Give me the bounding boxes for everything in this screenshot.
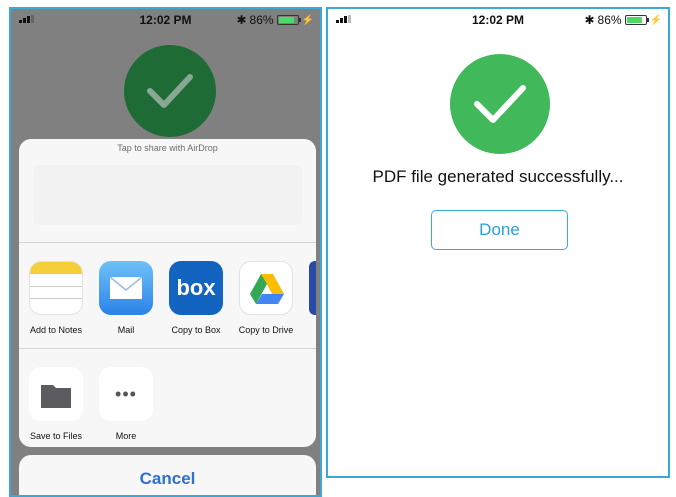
status-bar: 12:02 PM ✱ 86% ⚡ [11,9,320,29]
app-label: Mail [117,325,135,335]
share-sheet-screen: 12:02 PM ✱ 86% ⚡ Tap to share with AirDr… [9,7,322,497]
done-button[interactable]: Done [431,210,568,250]
success-message: PDF file generated successfully... [372,167,624,186]
box-icon: box [169,261,223,315]
folder-icon [29,367,83,421]
status-bar: 12:02 PM ✱ 86% ⚡ [328,9,668,29]
share-apps-row: Add to Notes Mail box Copy to Box Copy t… [19,243,316,349]
success-check-icon [450,54,550,154]
app-label: Add to Notes [29,325,83,335]
notes-icon [29,261,83,315]
bluetooth-icon: ✱ [236,13,247,27]
success-check-icon [124,45,216,137]
action-save-to-files[interactable]: Save to Files [23,367,89,441]
next-app-partial[interactable] [309,261,316,315]
share-add-to-notes[interactable]: Add to Notes [23,261,89,335]
bluetooth-icon: ✱ [584,13,595,27]
share-actions-row: Save to Files ••• More [19,349,316,447]
airdrop-section[interactable]: Tap to share with AirDrop [19,139,316,243]
battery-percent: 86% [597,13,622,27]
battery-percent: 86% [249,13,274,27]
success-screen: 12:02 PM ✱ 86% ⚡ PDF file generated succ… [326,7,670,478]
app-label: Copy to Drive [238,325,294,335]
charging-icon: ⚡ [301,14,314,26]
airdrop-label: Tap to share with AirDrop [117,143,218,153]
share-mail[interactable]: Mail [93,261,159,335]
drive-icon [239,261,293,315]
app-label: Copy to Box [171,325,221,335]
mail-icon [99,261,153,315]
charging-icon: ⚡ [649,14,662,26]
airdrop-area [33,165,302,225]
share-copy-to-drive[interactable]: Copy to Drive [233,261,299,335]
share-copy-to-box[interactable]: box Copy to Box [163,261,229,335]
battery-icon [624,15,649,25]
share-sheet: Tap to share with AirDrop Add to Notes M… [19,139,316,447]
battery-icon [276,15,301,25]
action-label: Save to Files [29,431,83,441]
action-label: More [115,431,137,441]
more-icon: ••• [99,367,153,421]
action-more[interactable]: ••• More [93,367,159,441]
cancel-button[interactable]: Cancel [19,455,316,495]
